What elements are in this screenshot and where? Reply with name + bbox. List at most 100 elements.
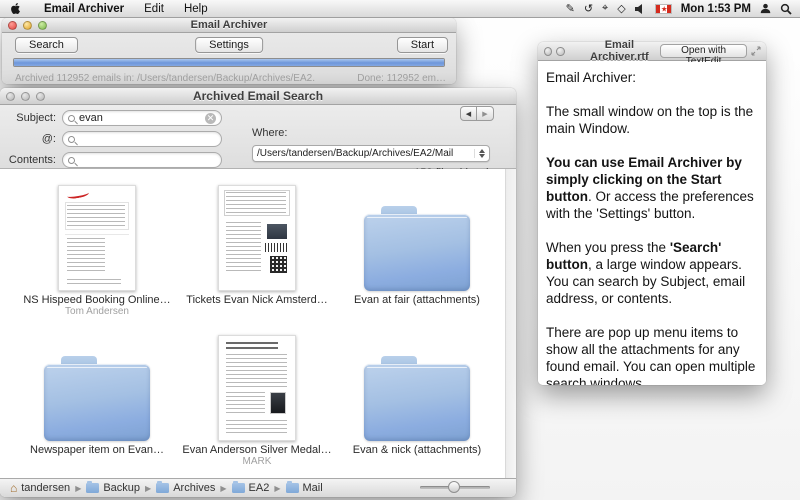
time-machine-icon[interactable]: ↺ — [584, 2, 593, 15]
settings-button[interactable]: Settings — [195, 37, 263, 53]
maple-leaf-icon — [661, 6, 667, 12]
subject-value: evan — [79, 112, 205, 124]
breadcrumb-item-archives[interactable]: Archives — [156, 482, 215, 494]
preview-titlebar[interactable]: Email Archiver.rtf Open with TextEdit — [538, 42, 766, 61]
where-popup[interactable]: /Users/tandersen/Backup/Archives/EA2/Mai… — [252, 145, 490, 162]
window-title: Email Archiver.rtf — [579, 39, 661, 63]
results-grid: NS Hispeed Booking Online…Tom Andersen Ti… — [0, 169, 516, 478]
open-with-textedit-button[interactable]: Open with TextEdit — [660, 44, 747, 58]
progress-fill — [14, 59, 444, 66]
search-icon — [68, 136, 75, 143]
path-bar: ⌂tandersen▶Backup▶Archives▶EA2▶Mail — [0, 478, 516, 497]
file-item[interactable]: Evan at fair (attachments) — [337, 179, 497, 329]
breadcrumb-separator-icon: ▶ — [274, 484, 280, 493]
done-count-text: Done: 112952 em… — [357, 73, 446, 84]
slider-knob[interactable] — [448, 481, 460, 493]
thumbnail-box — [337, 329, 497, 441]
archiver-titlebar[interactable]: Email Archiver — [2, 18, 456, 33]
volume-icon[interactable] — [635, 4, 646, 14]
paragraph: When you press the 'Search' button, a la… — [546, 239, 758, 307]
spotlight-icon[interactable] — [780, 3, 792, 15]
scrollbar[interactable] — [505, 169, 516, 478]
keyboard-access-icon[interactable]: ⌖ — [602, 2, 608, 15]
folder-icon — [44, 353, 150, 441]
action-button[interactable] — [556, 47, 564, 56]
popup-arrows-icon — [474, 149, 485, 158]
thumbnail-box — [17, 179, 177, 291]
home-icon: ⌂ — [10, 483, 17, 493]
file-item[interactable]: Tickets Evan Nick Amsterd… — [177, 179, 337, 329]
folder-icon — [364, 203, 470, 291]
folder-icon — [86, 483, 99, 493]
file-label: Newspaper item on Evan… — [30, 444, 164, 456]
clear-icon[interactable]: ✕ — [205, 113, 216, 124]
thumbnail-box — [177, 179, 337, 291]
document-thumbnail — [58, 185, 136, 291]
folder-icon — [364, 353, 470, 441]
back-button[interactable]: ◀ — [461, 107, 477, 120]
email-address-input[interactable] — [62, 131, 222, 147]
document-thumbnail — [218, 185, 296, 291]
menu-bar: Email ArchiverEditHelp ✎ ↺ ⌖ ◇ Mon 1:53 PM — [0, 0, 800, 18]
paragraph: There are pop up menu items to show all … — [546, 324, 758, 385]
breadcrumb-separator-icon: ▶ — [75, 484, 81, 493]
file-item[interactable]: NS Hispeed Booking Online…Tom Andersen — [17, 179, 177, 329]
where-value: /Users/tandersen/Backup/Archives/EA2/Mai… — [257, 148, 474, 159]
breadcrumb-label: Mail — [303, 482, 323, 494]
window-title: Email Archiver — [2, 19, 456, 31]
spaces-icon[interactable]: ◇ — [617, 2, 625, 15]
archive-status-text: Archived 112952 emails in: /Users/tander… — [15, 73, 315, 84]
document-text: Email Archiver:The small window on the t… — [538, 62, 766, 385]
breadcrumb-item-mail[interactable]: Mail — [286, 482, 323, 494]
forward-button[interactable]: ▶ — [477, 107, 493, 120]
fast-user-switching-icon[interactable] — [760, 3, 771, 14]
file-label: NS Hispeed Booking Online… — [23, 294, 170, 306]
file-sublabel: MARK — [243, 456, 272, 467]
paragraph: Email Archiver: — [546, 69, 758, 86]
archived-email-search-window: Archived Email Search ◀ ▶ Subject: evan … — [0, 88, 516, 497]
icon-size-slider[interactable] — [420, 486, 490, 489]
search-form: ◀ ▶ Subject: evan ✕ @: Contents: — [0, 105, 516, 169]
file-label: Evan at fair (attachments) — [354, 294, 480, 306]
document-thumbnail — [218, 335, 296, 441]
file-label: Tickets Evan Nick Amsterd… — [186, 294, 327, 306]
email-archiver-window: Email Archiver Search Settings Start Arc… — [2, 18, 456, 84]
folder-icon — [286, 483, 299, 493]
contents-input[interactable] — [62, 152, 222, 168]
file-item[interactable]: Evan & nick (attachments) — [337, 329, 497, 479]
menu-help[interactable]: Help — [174, 3, 218, 15]
breadcrumb-separator-icon: ▶ — [145, 484, 151, 493]
breadcrumb-label: Backup — [103, 482, 140, 494]
fullscreen-icon[interactable] — [751, 46, 761, 56]
menu-email-archiver[interactable]: Email Archiver — [34, 3, 134, 15]
folder-icon — [232, 483, 245, 493]
menu-clock[interactable]: Mon 1:53 PM — [681, 3, 751, 15]
thumbnail-box — [17, 329, 177, 441]
apple-menu-icon[interactable] — [10, 2, 22, 15]
paragraph: You can use Email Archiver by simply cli… — [546, 154, 758, 222]
folder-icon — [156, 483, 169, 493]
close-button[interactable] — [544, 47, 552, 56]
pen-icon[interactable]: ✎ — [566, 2, 575, 15]
file-item[interactable]: Evan Anderson Silver Medal…MARK — [177, 329, 337, 479]
file-sublabel: Tom Andersen — [65, 306, 129, 317]
at-label: @: — [4, 133, 56, 145]
history-nav: ◀ ▶ — [460, 106, 494, 121]
breadcrumb-label: EA2 — [249, 482, 270, 494]
thumbnail-box — [177, 329, 337, 441]
breadcrumb-item-ea2[interactable]: EA2 — [232, 482, 270, 494]
contents-label: Contents: — [4, 154, 56, 166]
search-window-titlebar[interactable]: Archived Email Search — [0, 88, 516, 105]
thumbnail-box — [337, 179, 497, 291]
breadcrumb-item-backup[interactable]: Backup — [86, 482, 140, 494]
breadcrumb-label: tandersen — [21, 482, 70, 494]
subject-input[interactable]: evan ✕ — [62, 110, 222, 126]
search-button[interactable]: Search — [15, 37, 78, 53]
subject-label: Subject: — [4, 112, 56, 124]
menu-edit[interactable]: Edit — [134, 3, 174, 15]
breadcrumb: ⌂tandersen▶Backup▶Archives▶EA2▶Mail — [10, 482, 323, 494]
canada-flag-icon[interactable] — [655, 4, 672, 14]
breadcrumb-item-tandersen[interactable]: ⌂ tandersen — [10, 482, 70, 494]
start-button[interactable]: Start — [397, 37, 448, 53]
file-item[interactable]: Newspaper item on Evan… — [17, 329, 177, 479]
